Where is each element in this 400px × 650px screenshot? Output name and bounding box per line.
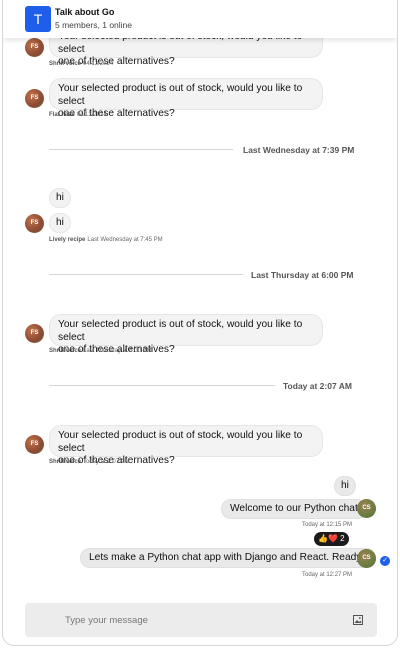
message-meta: Flat haze 04/13/2024 — [49, 112, 107, 118]
message-meta: Lively recipe Last Wednesday at 7:45 PM — [49, 237, 163, 243]
reaction-count: 2 — [340, 534, 345, 543]
message-bubble[interactable]: hi — [49, 213, 71, 233]
divider-line — [49, 274, 243, 275]
divider-line — [49, 385, 275, 386]
message-text: Your selected product is out of stock, w… — [58, 430, 303, 454]
avatar[interactable]: FS — [25, 89, 44, 108]
message-time: 04/13/2024 — [76, 112, 107, 118]
image-icon[interactable] — [353, 615, 363, 625]
message-time: Last Thursday at 6:00 PM — [83, 348, 152, 354]
outgoing-bubble[interactable]: hi — [334, 476, 356, 496]
message-text: Welcome to our Python chat — [230, 503, 358, 514]
date-divider: Last Wednesday at 7:39 PM — [243, 145, 355, 155]
avatar[interactable]: CS — [357, 499, 376, 518]
message-time: Today at 2:07 AM — [83, 459, 130, 465]
message-composer — [25, 603, 377, 637]
message-text: Lets make a Python chat app with Django … — [89, 552, 368, 563]
reaction-list[interactable]: 👍❤️ 2 — [314, 532, 349, 546]
message-bubble[interactable]: hi — [49, 188, 71, 208]
message-time: Today at 12:15 PM — [302, 522, 353, 528]
channel-avatar[interactable]: T — [25, 6, 51, 32]
date-divider: Last Thursday at 6:00 PM — [251, 270, 354, 280]
message-bubble[interactable]: Your selected product is out of stock, w… — [49, 314, 323, 355]
message-bubble[interactable]: Your selected product is out of stock, w… — [49, 425, 323, 466]
date-divider: Today at 2:07 AM — [283, 381, 352, 391]
outgoing-bubble[interactable]: Lets make a Python chat app with Django … — [80, 548, 377, 568]
message-text: hi — [56, 192, 64, 203]
avatar[interactable]: FS — [25, 38, 44, 57]
avatar[interactable]: FS — [25, 435, 44, 454]
avatar[interactable]: FS — [25, 214, 44, 233]
message-text: Your selected product is out of stock, w… — [58, 319, 303, 343]
message-input[interactable] — [65, 611, 325, 629]
outgoing-bubble[interactable]: Welcome to our Python chat — [221, 499, 367, 519]
author-name: Shrill voice — [49, 348, 82, 354]
message-time: Today at 12:27 PM — [302, 572, 353, 578]
message-time: 04/13/2024 — [83, 61, 114, 67]
check-icon: ✓ — [380, 556, 390, 566]
author-name: Lively recipe — [49, 237, 86, 243]
message-meta: Shrill voice Today at 2:07 AM — [49, 459, 129, 465]
message-meta: Shrill voice Last Thursday at 6:00 PM — [49, 348, 152, 354]
avatar[interactable]: CS — [357, 549, 376, 568]
author-name: Flat haze — [49, 112, 75, 118]
author-name: Shrill voice — [49, 61, 82, 67]
avatar[interactable]: FS — [25, 324, 44, 343]
message-text: hi — [56, 217, 64, 228]
message-text: Your selected product is out of stock, w… — [58, 83, 303, 107]
reaction-emojis[interactable]: 👍❤️ — [318, 534, 338, 543]
message-time: Last Wednesday at 7:45 PM — [87, 237, 163, 243]
message-meta: Shrill voice 04/13/2024 — [49, 61, 113, 67]
chat-window: T Talk about Go 5 members, 1 online FS Y… — [2, 0, 398, 646]
channel-member-count: 5 members, 1 online — [55, 20, 133, 30]
divider-line — [49, 149, 233, 150]
channel-title: Talk about Go — [55, 7, 115, 17]
message-text: hi — [341, 480, 349, 491]
message-bubble[interactable]: Your selected product is out of stock, w… — [49, 78, 323, 119]
chat-header: T Talk about Go 5 members, 1 online — [3, 0, 397, 38]
author-name: Shrill voice — [49, 459, 82, 465]
